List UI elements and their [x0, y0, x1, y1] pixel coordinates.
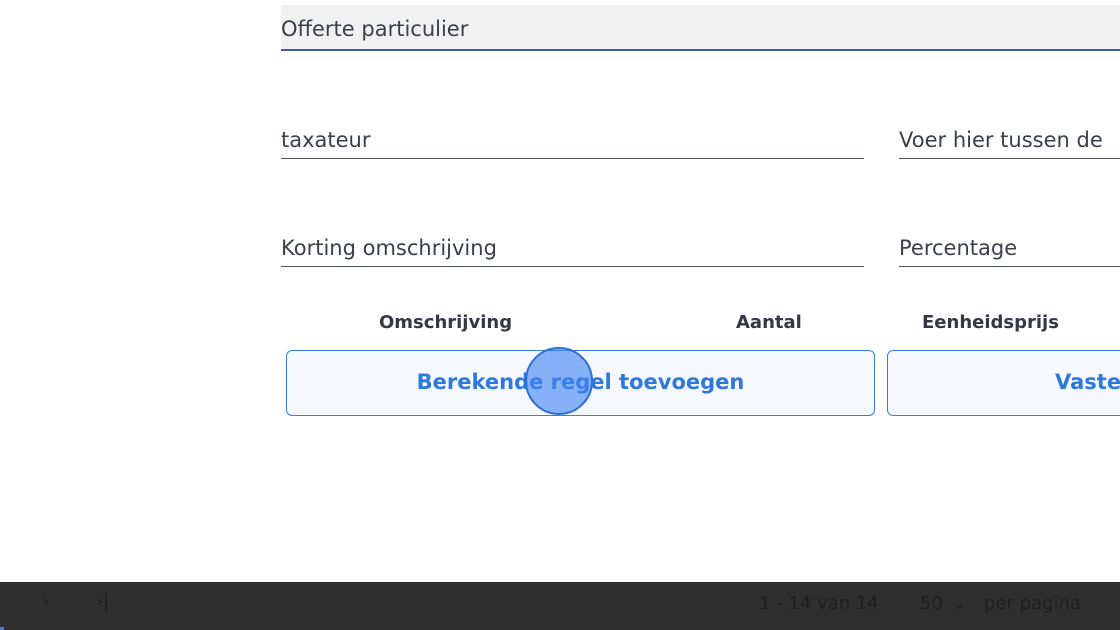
tussen-field-placeholder: Voer hier tussen de: [899, 128, 1103, 152]
pagination-bar: › ›| 1 - 14 van 14 50 ⌄ per pagina: [0, 582, 1120, 630]
page: Offerte particulier taxateur Voer hier t…: [0, 0, 1120, 630]
column-header-eenheidsprijs: Eenheidsprijs: [922, 312, 1059, 333]
chevron-down-icon[interactable]: ⌄: [952, 593, 967, 614]
last-page-icon[interactable]: ›|: [96, 591, 109, 612]
percentage-field[interactable]: Percentage: [899, 227, 1120, 267]
per-page-label: per pagina: [984, 593, 1081, 614]
korting-omschrijving-field[interactable]: Korting omschrijving: [281, 227, 864, 267]
add-fixed-line-button[interactable]: Vaste: [887, 350, 1120, 416]
add-calculated-line-button[interactable]: Berekende regel toevoegen: [286, 350, 875, 416]
tussen-field[interactable]: Voer hier tussen de: [899, 119, 1120, 159]
taxateur-field-value: taxateur: [281, 128, 371, 152]
column-header-omschrijving: Omschrijving: [379, 312, 513, 333]
pagination-range: 1 - 14 van 14: [759, 593, 879, 614]
taxateur-field[interactable]: taxateur: [281, 119, 864, 159]
title-field[interactable]: Offerte particulier: [281, 5, 1120, 51]
column-header-aantal: Aantal: [736, 312, 802, 333]
per-page-select[interactable]: 50: [920, 593, 943, 614]
percentage-field-placeholder: Percentage: [899, 236, 1018, 260]
korting-field-placeholder: Korting omschrijving: [281, 236, 497, 260]
next-page-icon[interactable]: ›: [42, 591, 49, 612]
title-field-value: Offerte particulier: [281, 17, 469, 41]
